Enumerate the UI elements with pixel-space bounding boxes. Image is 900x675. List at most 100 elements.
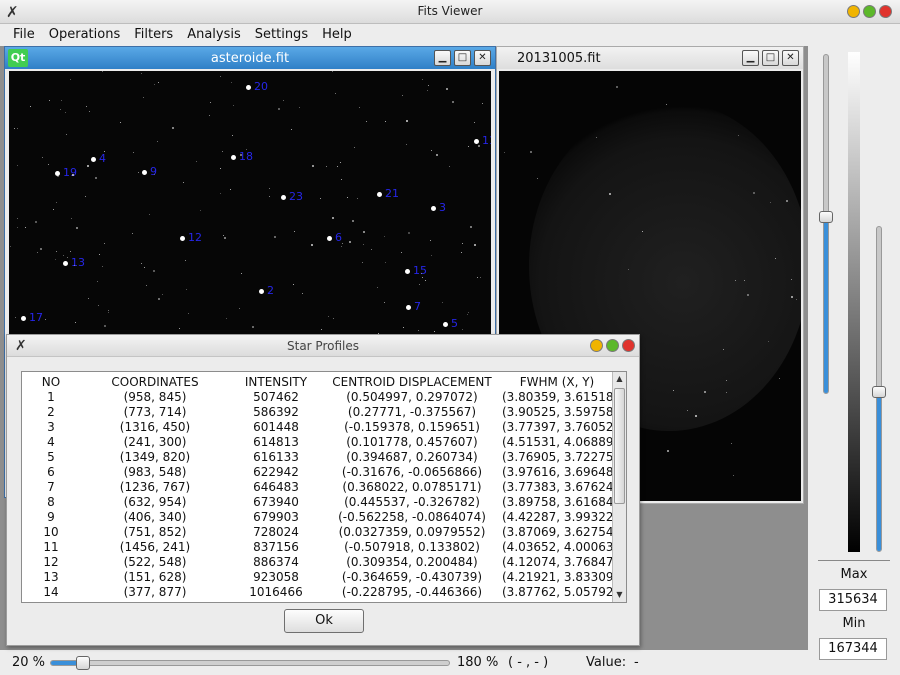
- table-row[interactable]: 3 (1316, 450) 601448 (-0.159378, 0.159651) (…: [22, 420, 612, 435]
- table-row[interactable]: 7 (1236, 767) 646483 (0.368022, 0.0785171) (…: [22, 480, 612, 495]
- table-cell: (-0.562258, -0.0864074): [338, 510, 486, 524]
- slider-handle[interactable]: [819, 211, 833, 223]
- star-dot: [293, 284, 294, 285]
- star-dot: [302, 293, 303, 294]
- menu-file[interactable]: File: [6, 24, 42, 46]
- star-dot: [294, 231, 295, 232]
- menu-analysis[interactable]: Analysis: [180, 24, 248, 46]
- star-dot: [240, 154, 242, 156]
- star-dot: [403, 327, 404, 328]
- table-cell: 601448: [253, 420, 299, 434]
- table-row[interactable]: 5 (1349, 820) 616133 (0.394687, 0.260734) (3…: [22, 450, 612, 465]
- star-dot: [233, 105, 234, 106]
- menu-help[interactable]: Help: [315, 24, 359, 46]
- table-cell: (632, 954): [123, 495, 187, 509]
- star-dot: [340, 162, 341, 163]
- minimize-icon[interactable]: [847, 5, 860, 18]
- star-dot: [283, 100, 284, 101]
- maximize-icon[interactable]: [863, 5, 876, 18]
- close-icon[interactable]: ✕: [474, 50, 491, 66]
- scroll-thumb[interactable]: [614, 388, 625, 504]
- close-icon[interactable]: [622, 339, 635, 352]
- table-row[interactable]: 6 (983, 548) 622942 (-0.31676, -0.0656866) (…: [22, 465, 612, 480]
- dialog-title-bar[interactable]: ✗ Star Profiles: [7, 335, 639, 357]
- table-row[interactable]: 11 (1456, 241) 837156 (-0.507918, 0.133802)…: [22, 540, 612, 555]
- star-dot: [89, 111, 90, 112]
- star-dot: [188, 313, 189, 314]
- header-cell: COORDINATES: [111, 375, 199, 389]
- star-dot: [431, 150, 432, 151]
- minimize-icon[interactable]: ▁: [434, 50, 451, 66]
- table-cell: (751, 852): [123, 525, 187, 539]
- star-dot: [421, 273, 422, 274]
- star-dot: [53, 209, 54, 210]
- contrast-slider[interactable]: [872, 226, 886, 552]
- scroll-down-icon[interactable]: ▼: [613, 588, 626, 602]
- star-dot: [427, 90, 428, 91]
- star-dot: [449, 166, 450, 167]
- max-value-field[interactable]: 315634: [819, 589, 887, 611]
- subwindow-title-bar[interactable]: Qt asteroide.fit ▁ □ ✕: [5, 47, 495, 69]
- zoom-slider-handle[interactable]: [76, 656, 90, 670]
- star-marker-label: 17: [21, 311, 43, 324]
- star-profiles-list[interactable]: NO COORDINATES INTENSITY CENTROID DISPLA…: [21, 371, 627, 603]
- table-cell: 12: [43, 555, 59, 569]
- star-dot: [775, 258, 776, 259]
- menu-settings[interactable]: Settings: [248, 24, 315, 46]
- star-dot: [609, 193, 611, 195]
- subwindow-title-bar[interactable]: 20131005.fit ▁ □ ✕: [497, 47, 803, 69]
- star-dot: [241, 273, 242, 274]
- maximize-icon[interactable]: □: [762, 50, 779, 66]
- star-dot: [385, 121, 386, 122]
- star-profiles-dialog[interactable]: ✗ Star Profiles NO COORDINATES INTENSITY…: [6, 334, 640, 646]
- scroll-up-icon[interactable]: ▲: [613, 372, 626, 386]
- contrast-panel: Max 315634 Min 167344: [808, 46, 900, 660]
- close-icon[interactable]: [879, 5, 892, 18]
- maximize-icon[interactable]: □: [454, 50, 471, 66]
- star-dot: [65, 112, 66, 113]
- table-cell: 923058: [253, 570, 299, 584]
- maximize-icon[interactable]: [606, 339, 619, 352]
- table-row[interactable]: 10 (751, 852) 728024 (0.0327359, 0.0979552)…: [22, 525, 612, 540]
- star-dot: [141, 73, 142, 74]
- brightness-slider[interactable]: [819, 54, 833, 394]
- star-dot: [104, 243, 105, 244]
- star-dot: [436, 154, 438, 156]
- status-bar: 20 % 180 % ( - , - ) Value: -: [0, 650, 808, 675]
- min-value-field[interactable]: 167344: [819, 638, 887, 660]
- minimize-icon[interactable]: ▁: [742, 50, 759, 66]
- table-row[interactable]: 8 (632, 954) 673940 (0.445537, -0.326782) (3…: [22, 495, 612, 510]
- menu-filters[interactable]: Filters: [127, 24, 180, 46]
- star-dot: [425, 280, 426, 281]
- subwindow-title: asteroide.fit: [210, 50, 290, 66]
- star-dot: [770, 202, 771, 203]
- table-row[interactable]: 1 (958, 845) 507462 (0.504997, 0.297072) (3.…: [22, 390, 612, 405]
- table-row[interactable]: 4 (241, 300) 614813 (0.101778, 0.457607) (4.…: [22, 435, 612, 450]
- star-dot: [341, 179, 342, 180]
- minimize-icon[interactable]: [590, 339, 603, 352]
- table-row[interactable]: 12 (522, 548) 886374 (0.309354, 0.200484) (4…: [22, 555, 612, 570]
- table-cell: 8: [47, 495, 55, 509]
- star-dot: [335, 93, 336, 94]
- table-cell: 2: [47, 405, 55, 419]
- vertical-scrollbar[interactable]: ▲ ▼: [612, 372, 626, 602]
- table-row[interactable]: 9 (406, 340) 679903 (-0.562258, -0.0864074)…: [22, 510, 612, 525]
- table-row[interactable]: 13 (151, 628) 923058 (-0.364659, -0.430739)…: [22, 570, 612, 585]
- slider-handle[interactable]: [872, 386, 886, 398]
- star-dot: [17, 165, 18, 166]
- window-title: Fits Viewer: [417, 4, 483, 18]
- table-row[interactable]: 14 (377, 877) 1016466 (-0.228795, -0.446366…: [22, 585, 612, 600]
- table-row[interactable]: 2 (773, 714) 586392 (0.27771, -0.375567) (3.…: [22, 405, 612, 420]
- star-dot: [422, 79, 423, 80]
- zoom-slider[interactable]: [50, 656, 450, 670]
- star-dot: [61, 100, 62, 101]
- table-content: NO COORDINATES INTENSITY CENTROID DISPLA…: [22, 375, 612, 600]
- close-icon[interactable]: ✕: [782, 50, 799, 66]
- star-marker-label: 20: [246, 80, 268, 93]
- ok-button[interactable]: Ok: [284, 609, 364, 633]
- star-dot: [332, 217, 334, 219]
- star-dot: [224, 237, 226, 239]
- table-cell: (-0.159378, 0.159651): [344, 420, 480, 434]
- menu-operations[interactable]: Operations: [42, 24, 127, 46]
- header-cell: FWHM (X, Y): [519, 375, 595, 389]
